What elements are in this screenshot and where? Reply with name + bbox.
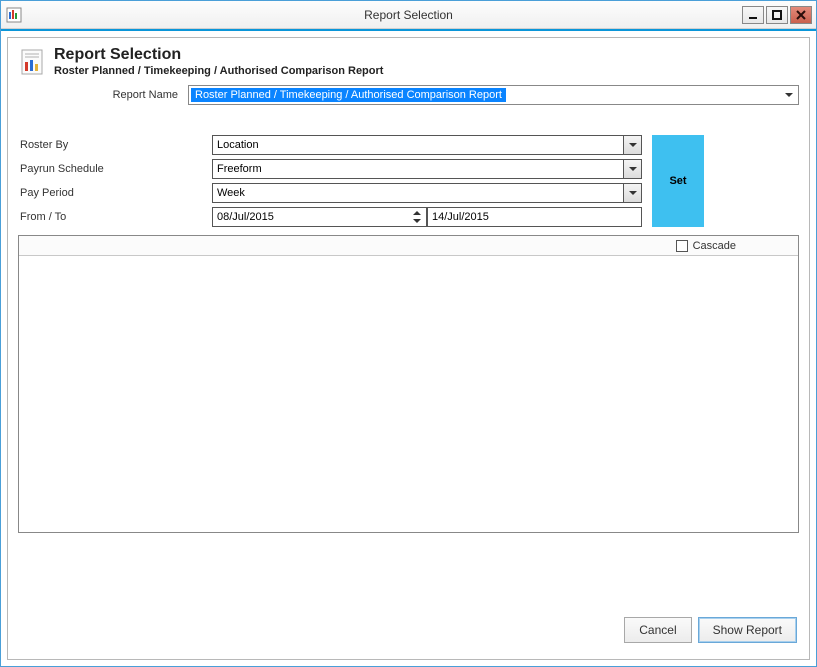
- content-header: Report Selection Roster Planned / Timeke…: [18, 46, 799, 77]
- payrun-schedule-select[interactable]: Freeform: [212, 159, 642, 179]
- roster-by-value: Location: [217, 139, 259, 151]
- chevron-down-icon[interactable]: [623, 136, 641, 154]
- pay-period-select[interactable]: Week: [212, 183, 642, 203]
- close-button[interactable]: [790, 6, 812, 24]
- window-controls: [742, 6, 812, 24]
- title-bar: Report Selection: [1, 1, 816, 29]
- header-text: Report Selection Roster Planned / Timeke…: [54, 46, 383, 77]
- results-header: Cascade: [19, 236, 798, 256]
- report-name-value: Roster Planned / Timekeeping / Authorise…: [191, 88, 506, 102]
- from-to-label: From / To: [18, 211, 212, 223]
- page-subtitle: Roster Planned / Timekeeping / Authorise…: [54, 65, 383, 77]
- minimize-button[interactable]: [742, 6, 764, 24]
- set-button[interactable]: Set: [652, 135, 704, 227]
- from-date-value: 08/Jul/2015: [217, 211, 274, 223]
- maximize-button[interactable]: [766, 6, 788, 24]
- chevron-down-icon[interactable]: [781, 87, 797, 103]
- to-date-value: 14/Jul/2015: [432, 211, 489, 223]
- report-name-select[interactable]: Roster Planned / Timekeeping / Authorise…: [188, 85, 799, 105]
- date-pair: 08/Jul/2015 14/Jul/2015: [212, 207, 642, 227]
- report-name-label: Report Name: [18, 89, 188, 101]
- to-date-input[interactable]: 14/Jul/2015: [427, 207, 642, 227]
- from-to-row: From / To 08/Jul/2015: [18, 205, 642, 229]
- cancel-button[interactable]: Cancel: [624, 617, 691, 643]
- filters-column: Roster By Location Payrun Schedule Freef…: [18, 133, 642, 229]
- payrun-schedule-row: Payrun Schedule Freeform: [18, 157, 642, 181]
- payrun-schedule-value: Freeform: [217, 163, 262, 175]
- payrun-schedule-label: Payrun Schedule: [18, 163, 212, 175]
- window-title: Report Selection: [1, 8, 816, 22]
- chevron-down-icon[interactable]: [623, 160, 641, 178]
- calendar-spinner-icon[interactable]: [408, 208, 426, 226]
- bottom-buttons: Cancel Show Report: [624, 617, 797, 643]
- content-frame: Report Selection Roster Planned / Timeke…: [7, 37, 810, 660]
- from-date-input[interactable]: 08/Jul/2015: [212, 207, 427, 227]
- cascade-wrap[interactable]: Cascade: [676, 240, 736, 252]
- pay-period-label: Pay Period: [18, 187, 212, 199]
- outer-frame: Report Selection Roster Planned / Timeke…: [1, 29, 816, 666]
- report-icon: [18, 48, 46, 76]
- pay-period-value: Week: [217, 187, 245, 199]
- pay-period-row: Pay Period Week: [18, 181, 642, 205]
- roster-by-label: Roster By: [18, 139, 212, 151]
- report-name-row: Report Name Roster Planned / Timekeeping…: [18, 85, 799, 105]
- page-title: Report Selection: [54, 46, 383, 64]
- show-report-button[interactable]: Show Report: [698, 617, 797, 643]
- chevron-down-icon[interactable]: [623, 184, 641, 202]
- results-box: Cascade: [18, 235, 799, 533]
- filters-region: Roster By Location Payrun Schedule Freef…: [18, 133, 799, 229]
- roster-by-select[interactable]: Location: [212, 135, 642, 155]
- app-icon: [5, 6, 23, 24]
- cascade-label: Cascade: [693, 240, 736, 252]
- roster-by-row: Roster By Location: [18, 133, 642, 157]
- cascade-checkbox[interactable]: [676, 240, 688, 252]
